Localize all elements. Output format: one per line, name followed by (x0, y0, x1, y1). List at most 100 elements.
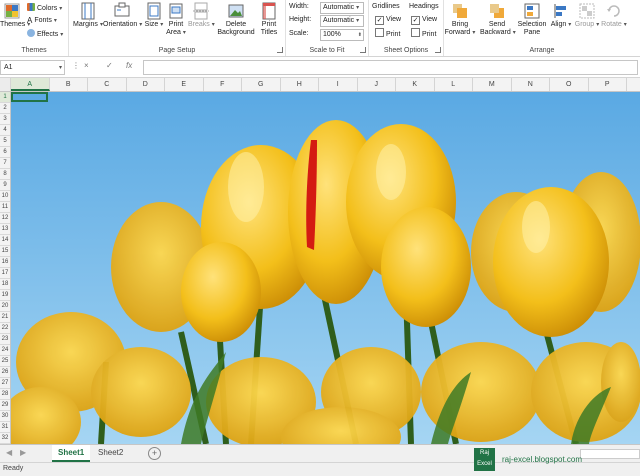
horizontal-scrollbar[interactable] (580, 449, 640, 459)
row-header-24[interactable]: 24 (0, 345, 10, 356)
column-header-b[interactable]: B (50, 78, 88, 91)
breaks-button[interactable]: Breaks (188, 2, 215, 29)
add-sheet-icon[interactable]: + (148, 447, 161, 460)
row-header-27[interactable]: 27 (0, 378, 10, 389)
column-header-h[interactable]: H (281, 78, 319, 91)
height-value: Automatic (323, 17, 355, 24)
orientation-button[interactable]: Orientation (103, 2, 142, 29)
row-header-29[interactable]: 29 (0, 400, 10, 411)
row-header-1[interactable]: 1 (0, 92, 10, 103)
row-header-3[interactable]: 3 (0, 114, 10, 125)
group-button[interactable]: Group (574, 2, 600, 29)
row-header-10[interactable]: 10 (0, 191, 10, 202)
select-all-corner[interactable] (0, 78, 11, 91)
print-area-button[interactable]: Print Area (165, 2, 187, 37)
column-header-j[interactable]: J (358, 78, 396, 91)
row-header-4[interactable]: 4 (0, 125, 10, 136)
name-box[interactable]: A1 (0, 60, 65, 75)
margins-button[interactable]: Margins (73, 2, 103, 29)
align-button[interactable]: Align (550, 2, 572, 29)
height-select[interactable]: Automatic (320, 15, 364, 27)
row-header-20[interactable]: 20 (0, 301, 10, 312)
selection-pane-button[interactable]: Selection Pane (516, 2, 548, 37)
column-header-p[interactable]: P (589, 78, 627, 91)
column-header-m[interactable]: M (473, 78, 512, 91)
scale-spinner[interactable]: 100% ⬍ (320, 29, 364, 41)
selection-pane-label-2: Pane (523, 29, 541, 36)
column-header-a[interactable]: A (11, 78, 50, 91)
gridlines-view-checkbox[interactable]: ✓ View (375, 15, 401, 25)
gridlines-print-checkbox[interactable]: Print (375, 28, 400, 38)
row-header-6[interactable]: 6 (0, 147, 10, 158)
column-header-l[interactable]: L (435, 78, 473, 91)
page-setup-launcher-icon[interactable] (277, 47, 283, 53)
name-box-dropdown-icon[interactable] (57, 61, 64, 75)
scale-to-fit-launcher-icon[interactable] (360, 47, 366, 53)
sheet-tab-sheet2[interactable]: Sheet2 (92, 445, 129, 460)
headings-view-checkbox[interactable]: ✓ View (411, 15, 437, 25)
scale-label: Scale: (289, 30, 309, 37)
sheet-tab-sheet1[interactable]: Sheet1 (52, 445, 91, 462)
column-header-q[interactable]: Q (627, 78, 640, 91)
size-button[interactable]: Size (143, 2, 165, 29)
column-header-e[interactable]: E (165, 78, 204, 91)
column-header-i[interactable]: I (319, 78, 358, 91)
row-header-21[interactable]: 21 (0, 312, 10, 323)
enter-icon[interactable]: ✓ (106, 61, 113, 70)
more-icon: ⋮ (72, 61, 80, 70)
column-header-o[interactable]: O (550, 78, 589, 91)
cancel-icon[interactable]: × (84, 61, 89, 70)
row-header-14[interactable]: 14 (0, 235, 10, 246)
row-header-22[interactable]: 22 (0, 323, 10, 334)
unchecked-icon (375, 28, 384, 37)
bring-forward-button[interactable]: Bring Forward (444, 2, 476, 37)
column-header-d[interactable]: D (127, 78, 165, 91)
row-header-11[interactable]: 11 (0, 202, 10, 213)
row-header-5[interactable]: 5 (0, 136, 10, 147)
column-header-n[interactable]: N (512, 78, 550, 91)
cells-area[interactable] (11, 92, 640, 444)
send-backward-button[interactable]: Send Backward (480, 2, 516, 37)
row-header-25[interactable]: 25 (0, 356, 10, 367)
row-header-19[interactable]: 19 (0, 290, 10, 301)
delete-background-button[interactable]: Delete Background (216, 2, 256, 37)
rotate-button[interactable]: Rotate (600, 2, 628, 29)
width-select[interactable]: Automatic (320, 2, 364, 14)
row-header-26[interactable]: 26 (0, 367, 10, 378)
row-header-9[interactable]: 9 (0, 180, 10, 191)
row-header-31[interactable]: 31 (0, 422, 10, 433)
insert-function-icon[interactable]: fx (126, 61, 132, 70)
active-cell[interactable] (11, 92, 48, 102)
row-header-7[interactable]: 7 (0, 158, 10, 169)
next-sheet-icon[interactable]: ▶ (20, 448, 26, 457)
themes-button[interactable]: Themes (0, 2, 30, 29)
prev-sheet-icon[interactable]: ◀ (6, 448, 12, 457)
row-header-2[interactable]: 2 (0, 103, 10, 114)
print-titles-button[interactable]: Print Titles (257, 2, 281, 37)
fonts-button[interactable]: A Fonts (27, 16, 57, 26)
height-label: Height: (289, 16, 312, 23)
breaks-label: Breaks (188, 21, 210, 28)
row-header-8[interactable]: 8 (0, 169, 10, 180)
sheet-options-launcher-icon[interactable] (435, 47, 441, 53)
row-header-28[interactable]: 28 (0, 389, 10, 400)
print-area-icon (169, 3, 183, 19)
row-header-12[interactable]: 12 (0, 213, 10, 224)
spinner-icon[interactable]: ⬍ (358, 30, 363, 40)
row-header-17[interactable]: 17 (0, 268, 10, 279)
row-header-15[interactable]: 15 (0, 246, 10, 257)
column-header-c[interactable]: C (88, 78, 127, 91)
row-header-32[interactable]: 32 (0, 433, 10, 444)
row-header-16[interactable]: 16 (0, 257, 10, 268)
row-header-13[interactable]: 13 (0, 224, 10, 235)
effects-button[interactable]: Effects (27, 29, 63, 39)
column-header-g[interactable]: G (242, 78, 281, 91)
column-header-k[interactable]: K (396, 78, 435, 91)
formula-input[interactable] (143, 60, 638, 75)
row-header-30[interactable]: 30 (0, 411, 10, 422)
column-header-f[interactable]: F (204, 78, 242, 91)
row-header-18[interactable]: 18 (0, 279, 10, 290)
row-header-23[interactable]: 23 (0, 334, 10, 345)
colors-button[interactable]: Colors (27, 3, 62, 13)
headings-print-checkbox[interactable]: Print (411, 28, 436, 38)
